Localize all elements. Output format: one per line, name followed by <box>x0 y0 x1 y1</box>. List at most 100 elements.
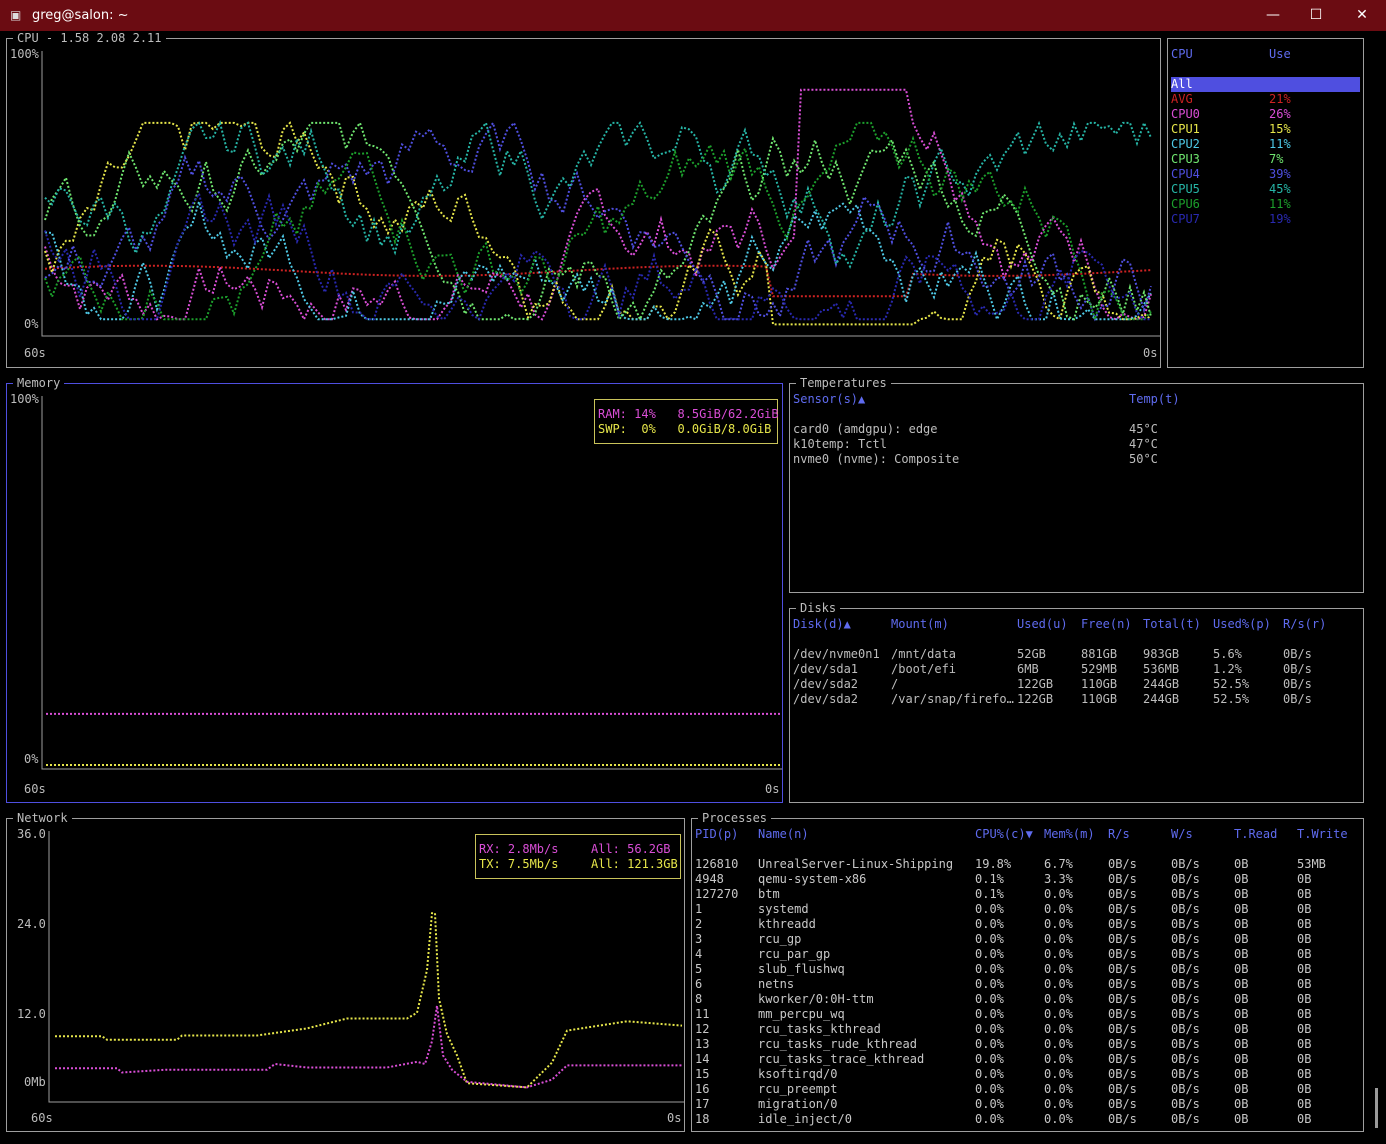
disk-cell: /dev/sda1 <box>793 662 859 676</box>
cpu-legend-name: CPU0 <box>1171 107 1200 121</box>
temp-header-temp[interactable]: Temp(t) <box>1129 392 1180 407</box>
process-header-5[interactable]: W/s <box>1171 827 1193 842</box>
cpu-series-line <box>44 197 1152 322</box>
network-panel[interactable]: Network 36.0 24.0 12.0 0Mb 60s 0s RX: 2.8Mb… <box>6 811 685 1132</box>
process-cell: 0B/s <box>1108 917 1137 931</box>
process-row[interactable]: 18 idle_inject/0 0.0% 0.0% 0B/s 0B/s 0B 0B <box>692 1112 1362 1127</box>
process-row[interactable]: 4948 qemu-system-x86 0.1% 3.3% 0B/s 0B/s 0B 0B <box>692 872 1362 887</box>
process-cell: kthreadd <box>758 917 816 931</box>
process-header-7[interactable]: T.Write <box>1297 827 1348 842</box>
process-cell: 6.7% <box>1044 857 1073 871</box>
process-row[interactable]: 16 rcu_preempt 0.0% 0.0% 0B/s 0B/s 0B 0B <box>692 1082 1362 1097</box>
process-header-4[interactable]: R/s <box>1108 827 1130 842</box>
process-row[interactable]: 127270 btm 0.1% 0.0% 0B/s 0B/s 0B 0B <box>692 887 1362 902</box>
process-cell: 0.0% <box>975 1037 1004 1051</box>
process-cell: btm <box>758 887 780 901</box>
process-cell: 0B <box>1297 962 1312 976</box>
process-cell: 12 <box>695 1022 710 1036</box>
process-row[interactable]: 11 mm_percpu_wq 0.0% 0.0% 0B/s 0B/s 0B 0B <box>692 1007 1362 1022</box>
disk-header-2[interactable]: Used(u) <box>1017 617 1068 632</box>
temp-header-sensor[interactable]: Sensor(s)▲ <box>793 392 865 407</box>
disk-cell: 110GB <box>1081 692 1118 706</box>
process-row[interactable]: 3 rcu_gp 0.0% 0.0% 0B/s 0B/s 0B 0B <box>692 932 1362 947</box>
tx-rate: TX: 7.5Mb/s <box>479 857 559 871</box>
process-row[interactable]: 14 rcu_tasks_trace_kthread 0.0% 0.0% 0B/s 0B/… <box>692 1052 1362 1067</box>
minimize-button[interactable]: — <box>1250 0 1296 31</box>
process-row[interactable]: 4 rcu_par_gp 0.0% 0.0% 0B/s 0B/s 0B 0B <box>692 947 1362 962</box>
process-row[interactable]: 12 rcu_tasks_kthread 0.0% 0.0% 0B/s 0B/s 0B 0B <box>692 1022 1362 1037</box>
disk-cell: 0B/s <box>1283 662 1312 676</box>
process-cell: 0.0% <box>1044 887 1073 901</box>
process-cell: 0B/s <box>1171 977 1200 991</box>
disk-header-4[interactable]: Total(t) <box>1143 617 1201 632</box>
tx-line <box>55 912 683 1089</box>
process-cell: 0B <box>1297 1112 1312 1126</box>
temp-value: 45°C <box>1129 422 1158 436</box>
disks-panel[interactable]: Disks Disk(d)▲ Mount(m) Used(u) Free(n) Tota… <box>789 601 1364 803</box>
process-cell: 0.0% <box>1044 1067 1073 1081</box>
cpu-panel[interactable]: CPU - 1.58 2.08 2.11 100% 0% 60s 0s <box>6 31 1161 368</box>
process-cell: 0B <box>1234 1052 1249 1066</box>
process-cell: 18 <box>695 1112 710 1126</box>
tx-total: All: 121.3GB <box>591 857 678 871</box>
disk-header-1[interactable]: Mount(m) <box>891 617 949 632</box>
cpu-legend-name: CPU6 <box>1171 197 1200 211</box>
process-cell: 0.0% <box>975 902 1004 916</box>
disk-header-5[interactable]: Used%(p) <box>1213 617 1271 632</box>
processes-panel[interactable]: Processes PID(p) Name(n) CPU%(c)▼ Mem%(m) R/… <box>691 811 1364 1132</box>
process-row[interactable]: 8 kworker/0:0H-ttm 0.0% 0.0% 0B/s 0B/s 0B 0B <box>692 992 1362 1007</box>
disk-header-3[interactable]: Free(n) <box>1081 617 1132 632</box>
process-cell: 0B/s <box>1171 1112 1200 1126</box>
disk-cell: 529MB <box>1081 662 1118 676</box>
disk-cell: 52.5% <box>1213 677 1250 691</box>
cpu-legend-name: CPU2 <box>1171 137 1200 151</box>
process-cell: 0B <box>1297 1007 1312 1021</box>
process-row[interactable]: 1 systemd 0.0% 0.0% 0B/s 0B/s 0B 0B <box>692 902 1362 917</box>
process-row[interactable]: 5 slub_flushwq 0.0% 0.0% 0B/s 0B/s 0B 0B <box>692 962 1362 977</box>
process-cell: 0.0% <box>1044 947 1073 961</box>
process-cell: 0B <box>1234 977 1249 991</box>
cpu-legend-use: 11% <box>1269 197 1291 211</box>
cpu-legend-selected-row[interactable] <box>1171 77 1360 92</box>
cpu-legend-use: 21% <box>1269 92 1291 106</box>
close-button[interactable]: ✕ <box>1339 0 1385 31</box>
process-row[interactable]: 17 migration/0 0.0% 0.0% 0B/s 0B/s 0B 0B <box>692 1097 1362 1112</box>
disk-header-6[interactable]: R/s(r) <box>1283 617 1326 632</box>
process-header-0[interactable]: PID(p) <box>695 827 738 842</box>
cpu-legend-name: AVG <box>1171 92 1193 106</box>
process-cell: 8 <box>695 992 703 1006</box>
process-cell: 0B <box>1297 917 1312 931</box>
scrollbar[interactable] <box>1375 1088 1378 1128</box>
process-cell: 0B <box>1297 947 1312 961</box>
process-cell: 0.0% <box>975 1082 1004 1096</box>
process-cell: 1 <box>695 902 703 916</box>
process-row[interactable]: 2 kthreadd 0.0% 0.0% 0B/s 0B/s 0B 0B <box>692 917 1362 932</box>
process-cell: UnrealServer-Linux-Shipping <box>758 857 954 871</box>
process-cell: 0B <box>1297 887 1312 901</box>
temperatures-panel[interactable]: Temperatures Sensor(s)▲ Temp(t) card0 (a… <box>789 376 1364 593</box>
disk-header-0[interactable]: Disk(d)▲ <box>793 617 851 632</box>
disk-cell: 244GB <box>1143 692 1180 706</box>
process-cell: 0B <box>1234 1112 1249 1126</box>
process-row[interactable]: 126810 UnrealServer-Linux-Shipping 19.8% 6.… <box>692 857 1362 872</box>
maximize-button[interactable]: ☐ <box>1293 0 1339 31</box>
process-cell: 0B/s <box>1171 902 1200 916</box>
process-cell: 0B/s <box>1171 1007 1200 1021</box>
process-header-1[interactable]: Name(n) <box>758 827 809 842</box>
process-cell: 0.0% <box>975 1022 1004 1036</box>
process-header-3[interactable]: Mem%(m) <box>1044 827 1095 842</box>
process-cell: 0B/s <box>1171 857 1200 871</box>
process-cell: 0B/s <box>1171 1022 1200 1036</box>
process-row[interactable]: 6 netns 0.0% 0.0% 0B/s 0B/s 0B 0B <box>692 977 1362 992</box>
memory-panel[interactable]: Memory 100% 0% 60s 0s RAM: 14% 8.5GiB/62… <box>6 376 783 803</box>
disks-panel-title: Disks <box>796 601 841 616</box>
process-header-2[interactable]: CPU%(c)▼ <box>975 827 1033 842</box>
process-row[interactable]: 15 ksoftirqd/0 0.0% 0.0% 0B/s 0B/s 0B 0B <box>692 1067 1362 1082</box>
cpu-legend-panel[interactable]: CPU Use All AVG 21% CPU0 26% CPU1 15% CPU2 11% CP… <box>1167 38 1364 368</box>
disk-cell: 6MB <box>1017 662 1039 676</box>
process-row[interactable]: 13 rcu_tasks_rude_kthread 0.0% 0.0% 0B/s 0B/s… <box>692 1037 1362 1052</box>
process-header-6[interactable]: T.Read <box>1234 827 1277 842</box>
process-cell: 0B/s <box>1108 902 1137 916</box>
process-cell: rcu_gp <box>758 932 802 946</box>
disk-cell: / <box>891 677 899 691</box>
